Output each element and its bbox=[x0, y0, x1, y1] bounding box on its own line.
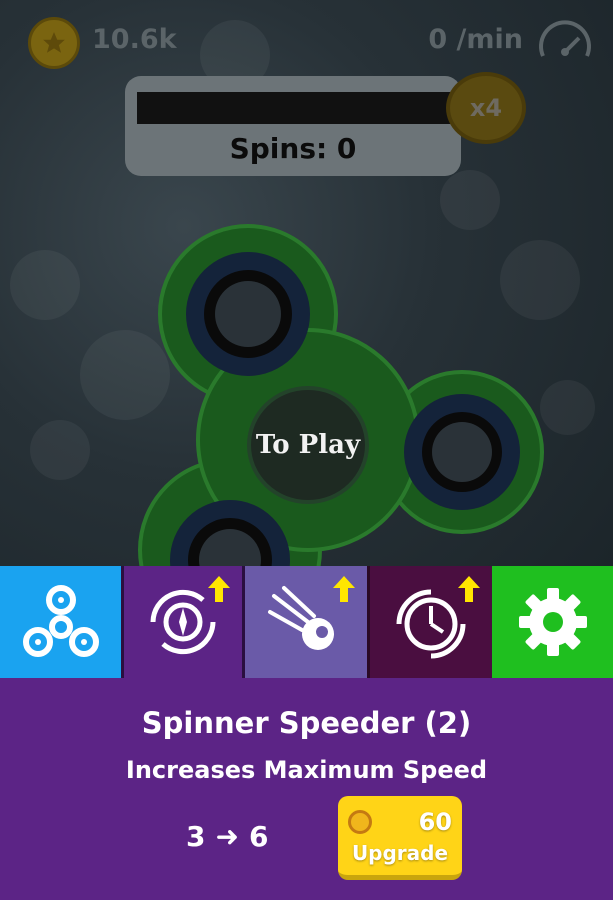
spins-counter: Spins: 0 bbox=[229, 132, 357, 165]
upgrade-available-arrow-icon bbox=[458, 576, 480, 602]
game-area: 10.6k 0 /min Spins: 0 x4 To Play bbox=[0, 0, 613, 566]
upgrade-description: Increases Maximum Speed bbox=[125, 756, 488, 784]
coin-icon bbox=[348, 810, 372, 834]
fidget-spinner[interactable] bbox=[130, 220, 550, 566]
tab-spinner-speeder[interactable] bbox=[121, 566, 245, 678]
fidget-spinner-icon bbox=[22, 585, 99, 657]
tab-comet[interactable] bbox=[245, 566, 367, 678]
upgrade-cost: 60 bbox=[418, 808, 452, 836]
multiplier-badge[interactable]: x4 bbox=[446, 72, 526, 144]
current-value: 3 bbox=[186, 820, 206, 853]
upgrade-value-change: 3 ➜ 6 bbox=[186, 820, 268, 853]
upgrade-available-arrow-icon bbox=[208, 576, 230, 602]
spins-panel: Spins: 0 bbox=[125, 76, 461, 176]
upgrade-title: Spinner Speeder (2) bbox=[141, 706, 472, 740]
upgrade-button[interactable]: 60 Upgrade bbox=[338, 796, 462, 880]
right-arrow-icon: ➜ bbox=[215, 820, 239, 853]
spin-rate: 0 /min bbox=[428, 24, 523, 55]
upgrade-button-label: Upgrade bbox=[351, 841, 449, 865]
next-value: 6 bbox=[248, 820, 269, 853]
upgrade-tabs bbox=[0, 566, 613, 678]
hud-bar: 10.6k 0 /min bbox=[0, 0, 613, 70]
to-play-button[interactable]: To Play bbox=[247, 386, 369, 504]
tab-clock-speed[interactable] bbox=[367, 566, 492, 678]
tab-spinner[interactable] bbox=[0, 566, 121, 678]
upgrade-available-arrow-icon bbox=[333, 576, 355, 602]
gear-icon bbox=[518, 588, 587, 656]
star-coin-icon bbox=[28, 17, 80, 69]
spin-progress-bar bbox=[137, 92, 455, 124]
speedometer-icon bbox=[539, 20, 591, 57]
coin-count: 10.6k bbox=[92, 24, 177, 55]
upgrade-panel: Spinner Speeder (2) Increases Maximum Sp… bbox=[0, 678, 613, 900]
tab-settings[interactable] bbox=[492, 566, 613, 678]
